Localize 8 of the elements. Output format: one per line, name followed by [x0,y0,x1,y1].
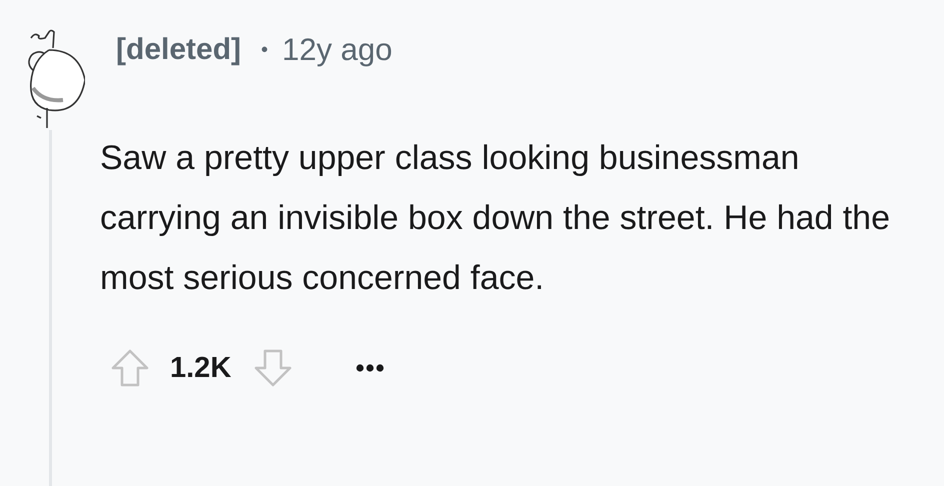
vote-count: 1.2K [170,352,232,384]
separator-dot: • [261,38,268,62]
author-name[interactable]: [deleted] [116,33,242,67]
comment-text: Saw a pretty upper class looking businessman carrying an invisible box down the street. He had the most serious concerned face. [100,138,892,299]
downvote-icon[interactable] [253,348,294,388]
comment-age: 12y ago [282,32,392,68]
more-icon[interactable] [355,363,386,373]
upvote-icon[interactable] [110,348,150,388]
